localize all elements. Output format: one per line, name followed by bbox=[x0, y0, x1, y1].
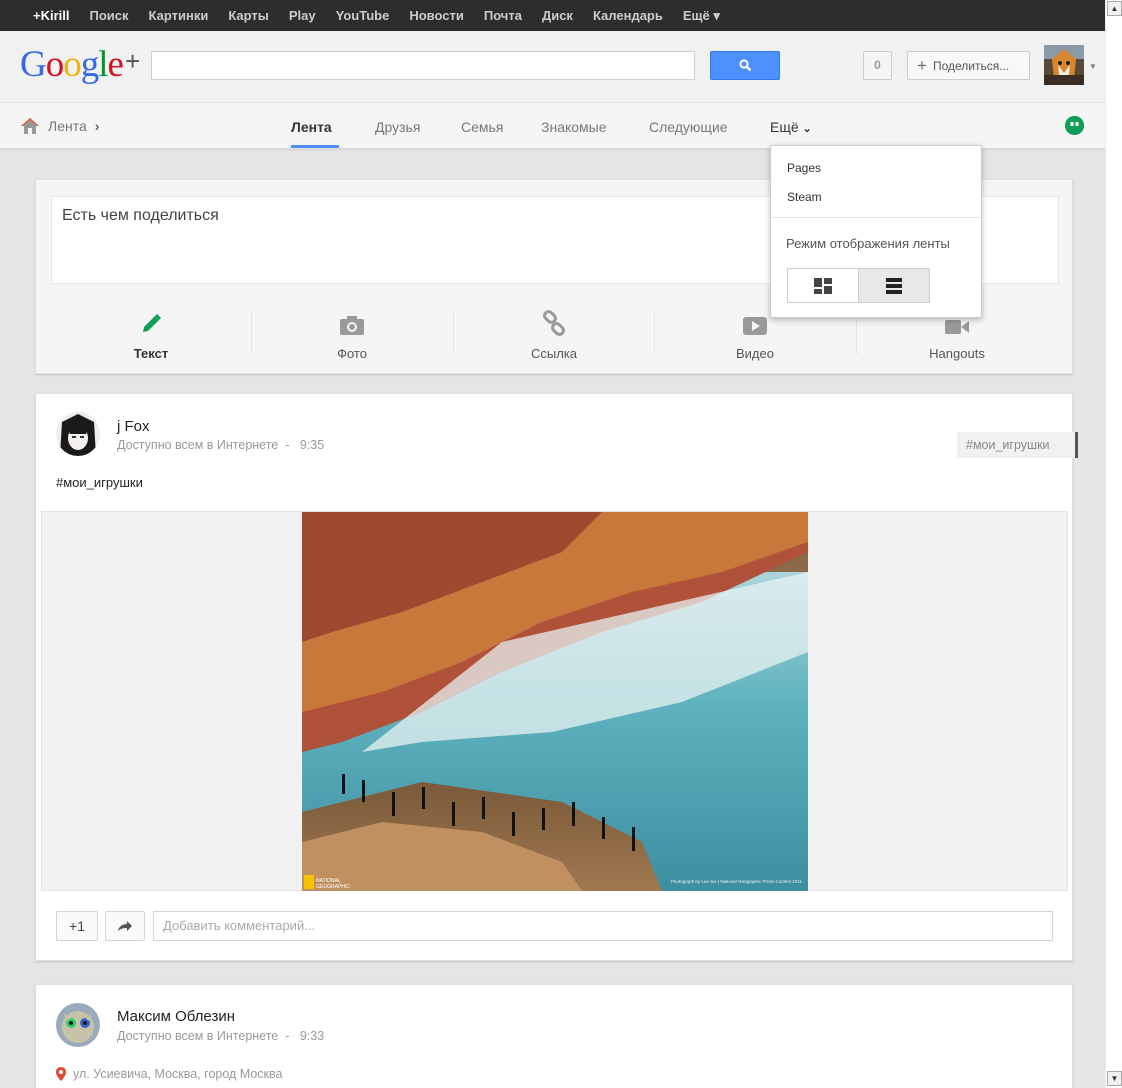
plus-icon: + bbox=[917, 55, 927, 75]
share-type-label: Ссылка bbox=[530, 346, 578, 361]
location-pin-icon bbox=[56, 1067, 66, 1081]
share-type-link[interactable]: Ссылка bbox=[454, 308, 654, 361]
topnav-play-link[interactable]: Play bbox=[279, 0, 326, 31]
author-avatar[interactable] bbox=[56, 412, 100, 456]
meta-separator: - bbox=[281, 1029, 297, 1043]
share-type-label: Видео bbox=[736, 346, 774, 361]
breadcrumb[interactable]: Лента › bbox=[20, 117, 99, 135]
more-dropdown-menu: Pages Steam Режим отображения ленты bbox=[770, 145, 982, 318]
tab-more[interactable]: Ещё ⌄ bbox=[770, 119, 812, 135]
tab-friends[interactable]: Друзья bbox=[375, 119, 420, 135]
logo-letter: g bbox=[80, 44, 99, 85]
search-icon bbox=[738, 59, 751, 72]
topnav-youtube-link[interactable]: YouTube bbox=[326, 0, 400, 31]
top-nav-links: +Kirill Поиск Картинки Карты Play YouTub… bbox=[23, 0, 730, 31]
share-type-text[interactable]: Текст bbox=[51, 308, 251, 361]
logo-letter: G bbox=[20, 44, 47, 85]
topnav-search-link[interactable]: Поиск bbox=[80, 0, 139, 31]
share-type-label: Фото bbox=[337, 346, 367, 361]
search-input[interactable] bbox=[151, 51, 695, 80]
menu-separator bbox=[771, 217, 981, 218]
tab-following[interactable]: Следующие bbox=[649, 119, 728, 135]
topnav-maps-link[interactable]: Карты bbox=[218, 0, 279, 31]
menu-item-pages[interactable]: Pages bbox=[787, 161, 821, 175]
plus-one-button[interactable]: +1 bbox=[56, 911, 98, 941]
menu-item-steam[interactable]: Steam bbox=[787, 190, 822, 204]
post-photo[interactable]: NATIONAL GEOGRAPHIC Photograph by Lee Si… bbox=[302, 512, 808, 891]
search-button[interactable] bbox=[710, 51, 780, 80]
avatar-dropdown-caret[interactable]: ▼ bbox=[1089, 62, 1097, 71]
top-navigation-bar: +Kirill Поиск Картинки Карты Play YouTub… bbox=[0, 0, 1105, 31]
camera-icon bbox=[340, 316, 364, 335]
location-label: ул. Усиевича, Москва, город Москва bbox=[73, 1067, 283, 1081]
tab-more-label: Ещё bbox=[770, 119, 799, 135]
topnav-news-link[interactable]: Новости bbox=[399, 0, 474, 31]
active-tab-indicator bbox=[291, 145, 339, 148]
stream-navigation: Лента › Лента Друзья Семья Знакомые След… bbox=[0, 103, 1105, 149]
post-visibility[interactable]: Доступно всем в Интернете bbox=[117, 1029, 278, 1043]
post-author[interactable]: Максим Облезин bbox=[117, 1008, 235, 1025]
post-card: j Fox Доступно всем в Интернете - 9:35 #… bbox=[35, 393, 1078, 961]
post-media-frame: NATIONAL GEOGRAPHIC Photograph by Lee Si… bbox=[41, 511, 1068, 891]
topnav-images-link[interactable]: Картинки bbox=[139, 0, 219, 31]
grid-view-button[interactable] bbox=[787, 268, 859, 303]
author-avatar[interactable] bbox=[56, 1003, 100, 1047]
topnav-calendar-link[interactable]: Календарь bbox=[583, 0, 673, 31]
header: Google+ 0 + Поделиться... ▼ bbox=[0, 31, 1105, 103]
scroll-up-button[interactable]: ▲ bbox=[1107, 1, 1122, 16]
share-button[interactable]: + Поделиться... bbox=[907, 51, 1030, 80]
comment-input[interactable]: Добавить комментарий... bbox=[153, 911, 1053, 941]
avatar[interactable] bbox=[1044, 45, 1084, 85]
hangouts-icon[interactable] bbox=[1065, 116, 1084, 135]
post-location[interactable]: ул. Усиевича, Москва, город Москва bbox=[56, 1067, 282, 1081]
list-view-icon bbox=[886, 277, 902, 294]
post-text[interactable]: #мои_игрушки bbox=[56, 475, 143, 490]
logo-letter: l bbox=[98, 44, 108, 85]
share-type-label: Hangouts bbox=[929, 346, 985, 361]
home-icon bbox=[21, 118, 39, 134]
view-mode-label: Режим отображения ленты bbox=[786, 236, 950, 251]
notifications-counter[interactable]: 0 bbox=[863, 51, 892, 80]
share-type-label: Текст bbox=[133, 346, 169, 361]
scroll-down-button[interactable]: ▼ bbox=[1107, 1071, 1122, 1086]
share-button-label: Поделиться... bbox=[932, 58, 1010, 73]
chevron-down-icon: ⌄ bbox=[802, 123, 812, 135]
post-author[interactable]: j Fox bbox=[117, 418, 150, 435]
reshare-button[interactable] bbox=[105, 911, 145, 941]
photo-credit: Photograph by Lee Sie | National Geograp… bbox=[671, 879, 803, 884]
video-icon bbox=[743, 317, 767, 335]
meta-separator: - bbox=[281, 438, 297, 452]
scrollbar[interactable]: ▲ ▼ bbox=[1105, 0, 1122, 1088]
logo-letter: e bbox=[107, 44, 124, 85]
tab-family[interactable]: Семья bbox=[461, 119, 503, 135]
topnav-mail-link[interactable]: Почта bbox=[474, 0, 532, 31]
hashtag-badge[interactable]: #мои_игрушки bbox=[957, 432, 1078, 458]
topnav-more-link[interactable]: Ещё ▾ bbox=[673, 0, 730, 31]
share-prompt: Есть чем поделиться bbox=[62, 207, 219, 224]
post-time[interactable]: 9:35 bbox=[300, 438, 324, 452]
list-view-button[interactable] bbox=[858, 268, 930, 303]
share-type-photo[interactable]: Фото bbox=[252, 308, 452, 361]
post-card: Максим Облезин Доступно всем в Интернете… bbox=[35, 984, 1073, 1088]
post-meta: Доступно всем в Интернете - 9:35 bbox=[117, 438, 324, 452]
tab-stream[interactable]: Лента bbox=[291, 119, 332, 135]
reshare-icon bbox=[118, 921, 132, 931]
google-plus-logo[interactable]: Google+ bbox=[20, 44, 140, 87]
logo-letter: o bbox=[63, 44, 81, 85]
natgeo-logo-text: GEOGRAPHIC bbox=[316, 884, 350, 890]
hangouts-video-icon bbox=[945, 320, 969, 334]
logo-letter: o bbox=[45, 44, 64, 85]
grid-view-icon bbox=[814, 277, 832, 294]
pencil-icon bbox=[143, 314, 161, 332]
chevron-right-icon: › bbox=[94, 118, 100, 134]
logo-plus: + bbox=[124, 46, 140, 76]
link-icon bbox=[543, 310, 565, 336]
post-time[interactable]: 9:33 bbox=[300, 1029, 324, 1043]
post-visibility[interactable]: Доступно всем в Интернете bbox=[117, 438, 278, 452]
topnav-drive-link[interactable]: Диск bbox=[532, 0, 583, 31]
post-meta: Доступно всем в Интернете - 9:33 bbox=[117, 1029, 324, 1043]
breadcrumb-label: Лента bbox=[48, 118, 87, 134]
topnav-profile-link[interactable]: +Kirill bbox=[23, 0, 80, 31]
tab-acquaintances[interactable]: Знакомые bbox=[541, 119, 607, 135]
